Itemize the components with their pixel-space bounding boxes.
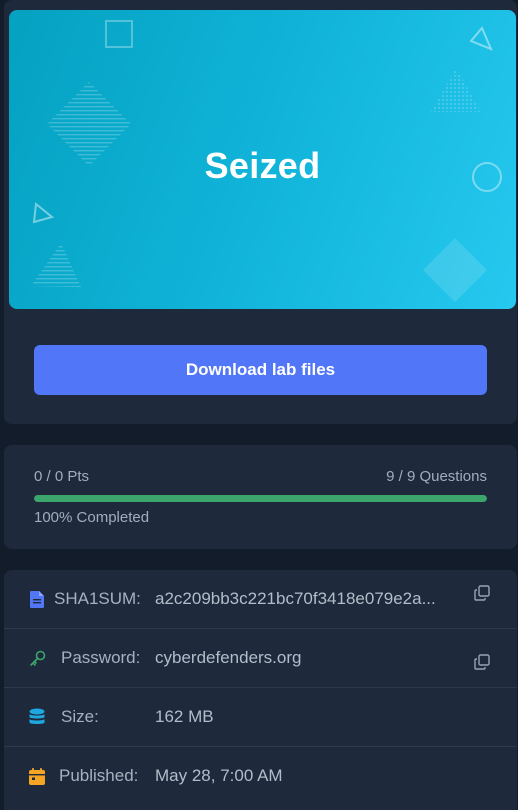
size-value: 162 MB [155, 707, 214, 726]
published-label: Published: [59, 766, 139, 785]
lab-banner-card: Seized Download lab files [4, 0, 517, 424]
points-text: 0 / 0 Pts [34, 468, 90, 485]
copy-password-icon[interactable] [474, 654, 492, 672]
calendar-icon [28, 767, 46, 785]
published-row: Published: May 28, 7:00 AM [4, 747, 517, 805]
progress-bar-fill [34, 495, 487, 502]
triangle-outline-shape [469, 26, 493, 51]
download-lab-files-button[interactable]: Download lab files [34, 345, 487, 395]
published-value: May 28, 7:00 AM [155, 766, 283, 785]
size-row: Size: 162 MB [4, 688, 517, 747]
triangle-stripes-shape [31, 243, 81, 287]
sha1-label: SHA1SUM: [54, 589, 141, 608]
password-label: Password: [61, 648, 141, 667]
diamond-solid-shape [423, 238, 487, 302]
key-icon [28, 649, 46, 667]
lab-banner: Seized [9, 10, 516, 309]
small-triangle-shape [32, 202, 55, 224]
progress-card: 0 / 0 Pts 9 / 9 Questions 100% Completed [4, 445, 517, 549]
size-label: Size: [61, 707, 99, 726]
square-shape [105, 20, 133, 48]
lab-details-card: SHA1SUM: a2c209bb3c221bc70f3418e079e2a..… [4, 570, 517, 810]
file-icon [28, 590, 46, 608]
lab-title: Seized [204, 145, 321, 186]
progress-bar [34, 495, 487, 502]
sha1-row: SHA1SUM: a2c209bb3c221bc70f3418e079e2a..… [4, 570, 517, 629]
triangle-dots-shape [431, 68, 481, 112]
database-icon [28, 708, 46, 726]
progress-summary: 0 / 0 Pts 9 / 9 Questions [34, 468, 487, 485]
sha1-value: a2c209bb3c221bc70f3418e079e2a... [155, 589, 436, 608]
password-value: cyberdefenders.org [155, 648, 302, 667]
copy-sha1-icon[interactable] [474, 585, 492, 603]
questions-text: 9 / 9 Questions [386, 468, 487, 485]
password-row: Password: cyberdefenders.org [4, 629, 517, 688]
completed-text: 100% Completed [34, 509, 150, 526]
